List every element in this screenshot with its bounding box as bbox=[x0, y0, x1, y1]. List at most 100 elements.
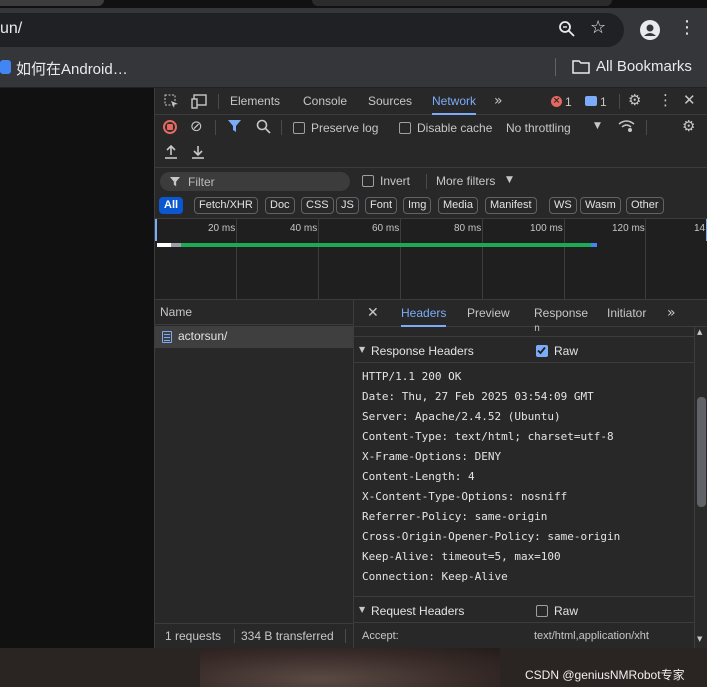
chip-doc[interactable]: Doc bbox=[265, 197, 295, 214]
omnibox[interactable] bbox=[0, 13, 624, 47]
chip-font[interactable]: Font bbox=[365, 197, 398, 214]
request-headers-title: Request Headers bbox=[371, 604, 465, 618]
tab-sources[interactable]: Sources bbox=[368, 88, 412, 115]
preserve-log-checkbox[interactable] bbox=[293, 122, 305, 134]
chip-all[interactable]: All bbox=[159, 197, 184, 214]
tab-network[interactable]: Network bbox=[432, 88, 477, 115]
request-raw-checkbox[interactable] bbox=[536, 605, 548, 617]
watermark: CSDN @geniusNMRobot专家 bbox=[525, 668, 685, 682]
status-bar: 1 requests 334 B transferred bbox=[155, 623, 353, 648]
request-header-value: text/html,application/xht bbox=[534, 630, 649, 642]
collapse-triangle-icon[interactable]: ▼ bbox=[359, 606, 365, 614]
invert-label: Invert bbox=[380, 174, 411, 188]
tick-label: 20 ms bbox=[208, 223, 236, 234]
request-name: actorsun/ bbox=[178, 329, 228, 343]
bookmark-item[interactable]: 如何在Android… bbox=[16, 58, 128, 79]
request-headers-partial: Accept: text/html,application/xht bbox=[354, 624, 694, 648]
chevron-down-icon[interactable]: ▼ bbox=[506, 176, 513, 185]
request-headers-section[interactable]: ▼ Request Headers Raw bbox=[354, 596, 694, 623]
url-text[interactable]: un/ bbox=[0, 20, 22, 38]
chevron-down-icon[interactable]: ▼ bbox=[594, 122, 601, 131]
waterfall-waiting-segment bbox=[181, 243, 591, 247]
message-icon[interactable] bbox=[585, 96, 597, 106]
tick-label: 100 ms bbox=[530, 223, 563, 234]
request-header-key: Accept: bbox=[362, 630, 399, 642]
table-row[interactable]: actorsun/ bbox=[155, 326, 353, 348]
settings-gear-icon[interactable]: ⚙ bbox=[628, 93, 641, 108]
clear-icon[interactable]: ⊘ bbox=[190, 119, 203, 134]
chip-css[interactable]: CSS bbox=[301, 197, 334, 214]
chip-fetch-xhr[interactable]: Fetch/XHR bbox=[194, 197, 258, 214]
collapse-triangle-icon[interactable]: ▼ bbox=[359, 346, 365, 354]
filter-funnel-icon[interactable] bbox=[228, 120, 241, 136]
response-headers-title: Response Headers bbox=[371, 344, 474, 358]
tab-response[interactable]: Response bbox=[534, 300, 588, 327]
disable-cache-label: Disable cache bbox=[417, 121, 493, 135]
header-line: X-Frame-Options: DENY bbox=[362, 450, 502, 463]
request-detail: ✕ Headers Preview Response Initiator » n… bbox=[354, 300, 707, 648]
devtools-tabbar: Elements Console Sources Network » × 1 1… bbox=[155, 88, 707, 115]
waterfall-stalled-segment bbox=[171, 243, 181, 247]
timeline-overview[interactable]: 20 ms 40 ms 60 ms 80 ms 100 ms 120 ms 14 bbox=[155, 219, 707, 300]
chip-img[interactable]: Img bbox=[403, 197, 432, 214]
bookmark-star-icon[interactable]: ☆ bbox=[590, 19, 606, 37]
chip-ws[interactable]: WS bbox=[549, 197, 577, 214]
selection-handle-left[interactable] bbox=[155, 219, 157, 241]
response-raw-checkbox[interactable] bbox=[536, 345, 548, 357]
close-devtools-icon[interactable]: ✕ bbox=[683, 93, 696, 108]
error-count[interactable]: 1 bbox=[565, 95, 572, 109]
devtools-menu-icon[interactable]: ⋮ bbox=[658, 93, 673, 108]
filter-bar: Filter Invert More filters ▼ All Fetch/X… bbox=[155, 168, 707, 219]
tab-preview[interactable]: Preview bbox=[467, 300, 510, 327]
more-tabs-chevron-icon[interactable]: » bbox=[494, 94, 503, 108]
name-column-header[interactable]: Name bbox=[155, 300, 353, 325]
all-bookmarks-button[interactable]: All Bookmarks bbox=[596, 58, 692, 75]
tick-label: 120 ms bbox=[612, 223, 645, 234]
network-conditions-icon[interactable] bbox=[618, 120, 635, 136]
chip-wasm[interactable]: Wasm bbox=[580, 197, 621, 214]
tab[interactable] bbox=[312, 0, 612, 6]
scroll-up-arrow-icon[interactable]: ▲ bbox=[697, 329, 702, 336]
inspect-element-icon[interactable] bbox=[164, 94, 179, 112]
chip-media[interactable]: Media bbox=[438, 197, 478, 214]
tab-console[interactable]: Console bbox=[303, 88, 347, 115]
error-icon[interactable]: × bbox=[551, 96, 562, 107]
zoom-icon[interactable] bbox=[558, 20, 576, 41]
chip-manifest[interactable]: Manifest bbox=[485, 197, 537, 214]
request-count: 1 requests bbox=[165, 629, 222, 643]
header-line: Content-Length: 4 bbox=[362, 470, 475, 483]
throttling-select[interactable]: No throttling bbox=[506, 121, 571, 135]
export-har-icon[interactable] bbox=[191, 145, 205, 162]
scroll-down-arrow-icon[interactable]: ▼ bbox=[697, 636, 702, 643]
device-toolbar-icon[interactable] bbox=[191, 94, 207, 112]
network-settings-gear-icon[interactable]: ⚙ bbox=[682, 119, 695, 134]
tab-strip bbox=[0, 0, 707, 8]
filter-input[interactable]: Filter bbox=[160, 172, 350, 191]
more-detail-tabs-icon[interactable]: » bbox=[667, 306, 676, 320]
record-stop-icon[interactable] bbox=[163, 120, 177, 134]
request-raw-label: Raw bbox=[554, 604, 579, 618]
tab-elements[interactable]: Elements bbox=[230, 88, 280, 115]
scrollbar[interactable]: ▲ ▼ bbox=[694, 327, 707, 648]
chip-js[interactable]: JS bbox=[336, 197, 359, 214]
scrollbar-thumb[interactable] bbox=[697, 397, 706, 507]
page-content bbox=[0, 88, 154, 648]
chip-other[interactable]: Other bbox=[626, 197, 664, 214]
import-har-icon[interactable] bbox=[164, 144, 178, 162]
invert-checkbox[interactable] bbox=[362, 175, 374, 187]
search-icon[interactable] bbox=[256, 119, 271, 137]
profile-avatar-icon[interactable] bbox=[640, 20, 660, 40]
resource-type-filters: All Fetch/XHR Doc CSS JS Font Img Media … bbox=[159, 197, 704, 215]
tab-headers[interactable]: Headers bbox=[401, 300, 447, 327]
close-detail-icon[interactable]: ✕ bbox=[367, 306, 379, 320]
header-line: Content-Type: text/html; charset=utf-8 bbox=[362, 430, 614, 443]
tab[interactable] bbox=[0, 0, 104, 6]
browser-menu-icon[interactable]: ⋮ bbox=[678, 19, 696, 37]
response-headers-section[interactable]: ▼ Response Headers Raw bbox=[354, 336, 694, 363]
disable-cache-checkbox[interactable] bbox=[399, 122, 411, 134]
network-toolbar: ⊘ Preserve log Disable cache No throttli… bbox=[155, 115, 707, 168]
tab-initiator[interactable]: Initiator bbox=[607, 300, 646, 327]
message-count[interactable]: 1 bbox=[600, 95, 607, 109]
header-line: Keep-Alive: timeout=5, max=100 bbox=[362, 550, 561, 563]
more-filters-dropdown[interactable]: More filters bbox=[436, 174, 495, 188]
